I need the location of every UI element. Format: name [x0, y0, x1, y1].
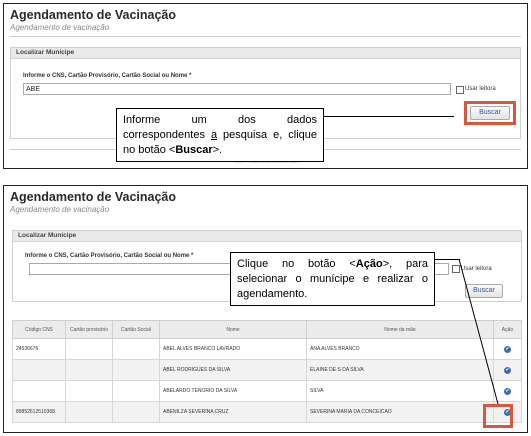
search-button-highlight [464, 101, 516, 125]
cell-name: ABELARDO TENORIO DA SILVA [159, 380, 307, 402]
title-divider [10, 36, 521, 37]
cell-cns [12, 359, 66, 381]
callout-bold: Buscar [175, 144, 213, 156]
cell-name: ABEL ALVES BRANCO LAVRADO [159, 338, 307, 360]
cell-cns: 89852612510368 [12, 401, 66, 423]
panel-header: Localizar Munícipe [11, 48, 520, 59]
cell-social-card [112, 359, 160, 381]
callout-pointer-line [324, 116, 454, 117]
page-subtitle: Agendamento de vacinação [10, 205, 110, 214]
page-title: Agendamento de Vacinação [10, 190, 177, 204]
table-row: 24536676 ABEL ALVES BRANCO LAVRADO ANA A… [12, 338, 522, 360]
check-icon[interactable]: ✔ [504, 387, 511, 395]
panel-header: Localizar Munícipe [13, 231, 521, 242]
instruction-callout-search: Informe um dos dados correspondentes a p… [116, 108, 324, 162]
cell-provisional-card [65, 338, 113, 360]
page-subtitle: Agendamento de vacinação [10, 23, 110, 32]
cell-name: ABEL RODRIGUES DA SILVA [159, 359, 307, 381]
cell-cns [12, 380, 66, 402]
cell-provisional-card [65, 359, 113, 381]
cell-provisional-card [65, 380, 113, 402]
callout-pointer-diagonal [458, 258, 499, 405]
bottom-screenshot: Agendamento de Vacinação Agendamento de … [3, 185, 528, 433]
col-header-cns: Código CNS [12, 320, 66, 339]
page-title: Agendamento de Vacinação [10, 8, 177, 22]
cell-social-card [112, 338, 160, 360]
check-icon[interactable]: ✔ [504, 366, 511, 374]
search-field-label: Informe o CNS, Cartão Provisório, Cartão… [23, 73, 192, 79]
col-header-name: Nome [159, 320, 307, 339]
cell-name: ABENILZA SEVERINA CRUZ [159, 401, 307, 423]
table-row: ABEL RODRIGUES DA SILVA ELAINE DE S DA S… [12, 359, 522, 381]
cell-social-card [112, 401, 160, 423]
callout-bold: Ação [355, 258, 383, 270]
cell-provisional-card [65, 401, 113, 423]
callout-text-end: >. [212, 144, 223, 156]
panel-title: Localizar Munícipe [18, 232, 77, 239]
panel-title: Localizar Munícipe [16, 49, 75, 56]
col-header-social-card: Cartão Social [112, 320, 160, 339]
search-input[interactable] [23, 83, 451, 95]
use-reader-label: Usar leitora [465, 86, 496, 92]
search-field-label: Informe o CNS, Cartão Provisório, Cartão… [25, 253, 194, 259]
table-header-row: Código CNS Cartão provisório Cartão Soci… [12, 320, 522, 339]
cell-cns: 24536676 [12, 338, 66, 360]
table-row: ABELARDO TENORIO DA SILVA SILVA ✔ [12, 380, 522, 402]
results-table: Código CNS Cartão provisório Cartão Soci… [12, 320, 522, 423]
use-reader-checkbox[interactable] [456, 86, 464, 94]
instruction-callout-action: Clique no botão <Ação>, para selecionar … [230, 252, 435, 306]
callout-text: Clique no botão < [237, 258, 356, 270]
col-header-provisional-card: Cartão provisório [65, 320, 113, 339]
cell-social-card [112, 380, 160, 402]
check-icon[interactable]: ✔ [504, 345, 511, 353]
table-row: 89852612510368 ABENILZA SEVERINA CRUZ SE… [12, 401, 522, 423]
